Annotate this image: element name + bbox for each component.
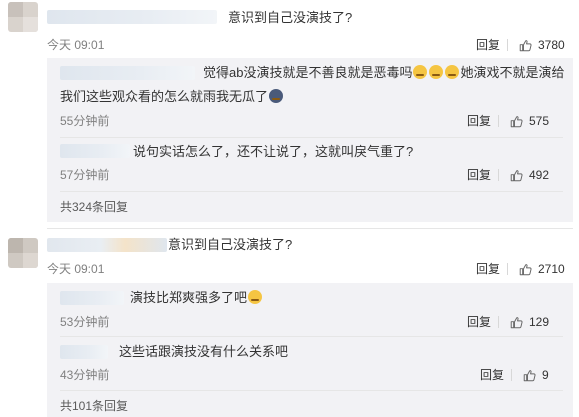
like-button[interactable]: 575 (510, 114, 549, 128)
reply-time: 57分钟前 (60, 168, 110, 182)
reply-time: 53分钟前 (60, 315, 110, 329)
thumbs-up-icon (519, 263, 532, 275)
reply-time: 55分钟前 (60, 114, 110, 128)
user-avatar[interactable] (8, 238, 38, 268)
reply-button[interactable]: 回复 (467, 168, 491, 182)
reply-button[interactable]: 回复 (476, 38, 500, 52)
like-button[interactable]: 492 (510, 168, 549, 182)
reply-username-blurred[interactable] (60, 66, 195, 80)
like-count: 575 (529, 114, 550, 128)
like-count: 9 (542, 368, 549, 382)
more-replies-link[interactable]: 共324条回复 (60, 200, 128, 214)
like-button[interactable]: 3780 (519, 38, 565, 52)
reply-thread: 演技比郑爽强多了吧 53分钟前 回复 129 这些话跟演技没有什么关系吧 43分… (47, 283, 573, 417)
comment-time: 今天 09:01 (47, 262, 105, 276)
reply-text-continued: 我们这些观众看的怎么就雨我无瓜了 (60, 89, 284, 105)
like-count: 2710 (538, 262, 565, 276)
like-button[interactable]: 129 (510, 315, 549, 329)
like-button[interactable]: 2710 (519, 262, 565, 276)
reply-text: 说句实话怎么了，还不让说了，这就叫戾气重了? (133, 144, 414, 159)
reply-text: 觉得ab没演技就是不善良就是恶毒吗 她演戏不就是演给 (203, 65, 565, 80)
emoji-icon (269, 89, 284, 103)
thumbs-up-icon (510, 115, 523, 127)
more-replies-link[interactable]: 共101条回复 (60, 399, 128, 413)
reply-button[interactable]: 回复 (467, 114, 491, 128)
like-count: 3780 (538, 38, 565, 52)
reply-text: 这些话跟演技没有什么关系吧 (119, 344, 289, 359)
reply-text: 演技比郑爽强多了吧 (130, 290, 263, 306)
emoji-icon (429, 65, 444, 79)
reply-button[interactable]: 回复 (467, 315, 491, 329)
comment-time: 今天 09:01 (47, 38, 105, 52)
reply-button[interactable]: 回复 (476, 262, 500, 276)
reply-username-blurred[interactable] (60, 144, 130, 158)
thumbs-up-icon (510, 316, 523, 328)
thumbs-up-icon (519, 39, 532, 51)
reply-button[interactable]: 回复 (480, 368, 504, 382)
reply-thread: 觉得ab没演技就是不善良就是恶毒吗 她演戏不就是演给 我们这些观众看的怎么就雨我无… (47, 58, 573, 222)
thumbs-up-icon (510, 169, 523, 181)
thumbs-up-icon (523, 369, 536, 381)
like-count: 129 (529, 315, 550, 329)
reply-username-blurred[interactable] (60, 291, 124, 305)
comment-text: 意识到自己没演技了? (168, 237, 293, 252)
emoji-icon (248, 290, 263, 304)
username-blurred[interactable] (47, 10, 217, 24)
emoji-icon (445, 65, 460, 79)
username-blurred[interactable] (47, 238, 167, 252)
comment-text: 意识到自己没演技了? (228, 10, 353, 25)
user-avatar[interactable] (8, 2, 38, 32)
like-button[interactable]: 9 (523, 368, 549, 382)
reply-username-blurred[interactable] (60, 345, 108, 359)
like-count: 492 (529, 168, 550, 182)
emoji-icon (413, 65, 428, 79)
reply-time: 43分钟前 (60, 368, 110, 382)
